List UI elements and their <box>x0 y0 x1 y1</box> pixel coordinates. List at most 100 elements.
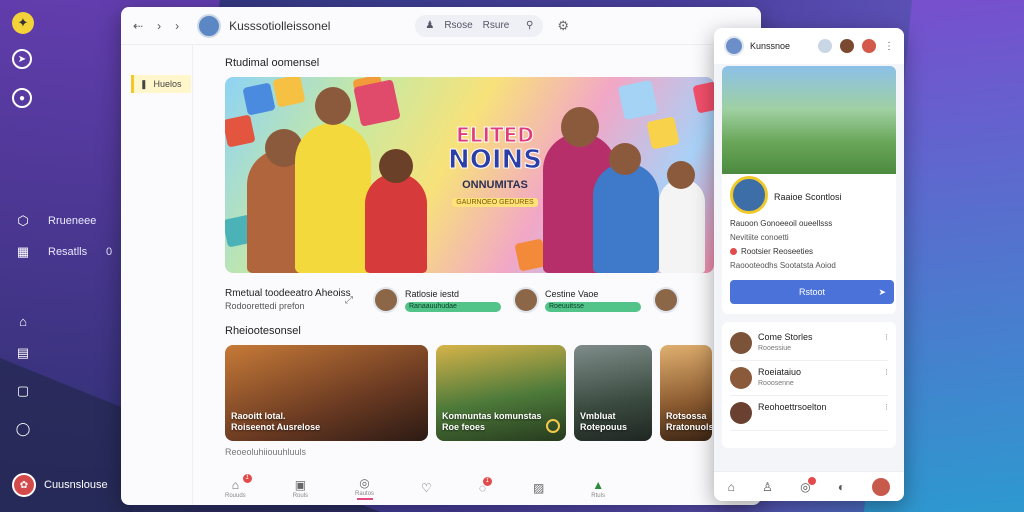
rail-item-label[interactable]: Rrueneee <box>48 215 96 227</box>
mobile-panel: Kunssnoe ⋮ Raaioe Scontlosi Rauoon Gonoe… <box>714 28 904 501</box>
nav-label: Rouuds <box>225 492 246 499</box>
more-icon[interactable]: ⁝ <box>885 367 888 378</box>
nav-label: Rouls <box>292 492 309 499</box>
avatar[interactable] <box>860 37 878 55</box>
story-list: Come Storles Rooessiue ⁝ Roeiataiuo Rooo… <box>722 322 896 448</box>
nav-map[interactable]: ▲ Rtuls <box>591 478 605 499</box>
profile-line: Raoooteodhs Sootatsta Aoiod <box>730 261 836 270</box>
search-icon[interactable]: ⚲ <box>526 20 533 31</box>
notification-badge: 1 <box>482 477 492 486</box>
home-icon[interactable]: ⌂ <box>728 480 735 494</box>
member-chip[interactable] <box>653 287 679 313</box>
person-head <box>379 149 413 183</box>
home-icon: ⌂ <box>231 477 239 492</box>
card-caption: Rotsossa Rratonuols <box>666 411 712 433</box>
list-item[interactable]: Come Storles Rooessiue ⁝ <box>730 326 888 361</box>
hero-line-3: ONNUMITAS <box>462 179 528 191</box>
avatar[interactable] <box>838 37 856 55</box>
chat-icon[interactable]: ● <box>12 88 32 108</box>
nav-controls: ⇠ › › <box>133 19 179 33</box>
avatar[interactable] <box>872 477 891 496</box>
story-card[interactable]: Vmbluat Rotepouus <box>574 345 652 441</box>
person <box>295 123 371 273</box>
explore-icon[interactable]: ◎ <box>800 476 816 494</box>
compass-icon[interactable]: ➤ <box>12 49 32 69</box>
more-icon[interactable]: ⁝ <box>885 402 888 413</box>
list-item[interactable]: Roeiataiuo Rooosenne ⁝ <box>730 361 888 396</box>
person-head <box>667 161 695 189</box>
nav-gallery[interactable]: ▨ <box>533 481 544 495</box>
list-subtitle: Rooessiue <box>758 345 792 352</box>
sidebar: ❚ Huelos <box>121 45 193 505</box>
avatar: ✿ <box>12 473 36 497</box>
clock-icon[interactable]: ◯ <box>12 418 34 440</box>
chevron-left-icon[interactable]: › <box>157 19 161 33</box>
rail-item-label[interactable]: Resatlls <box>48 246 87 258</box>
compass-icon[interactable]: ◐ <box>838 480 845 494</box>
card-caption-line: Roiseenot Ausrelose <box>231 422 321 432</box>
chevron-right-icon[interactable]: › <box>175 19 179 33</box>
nav-home[interactable]: ⌂ Rouuds 1 <box>225 473 252 499</box>
home-icon[interactable]: ⌂ <box>12 310 34 332</box>
community-photo[interactable] <box>722 66 896 174</box>
notification-badge: 1 <box>242 473 252 483</box>
more-icon[interactable]: ⋮ <box>884 41 894 52</box>
more-icon[interactable]: ⁝ <box>885 332 888 343</box>
primary-button[interactable]: Rstoot ➤ <box>730 280 894 304</box>
nav-favorites[interactable]: ♡ <box>421 481 432 495</box>
list-subtitle: Rooosenne <box>758 380 794 387</box>
story-card[interactable]: Rotsossa Rratonuols <box>660 345 712 441</box>
button-label: Rstoot <box>798 287 825 297</box>
avatar[interactable] <box>724 36 744 56</box>
grid-icon[interactable]: ▦ <box>12 241 34 263</box>
bookmark-icon: ❚ <box>140 78 148 89</box>
profile-card: Raaioe Scontlosi Rauoon Gonoeeoil oueell… <box>722 66 896 314</box>
play-icon[interactable] <box>546 419 560 433</box>
section-more[interactable]: Reoeoluhiiouuhluuls <box>225 447 715 457</box>
list-item[interactable]: Reohoettrsoelton ⁝ <box>730 396 888 431</box>
back-icon[interactable]: ⇠ <box>133 19 143 33</box>
decor-tile <box>692 80 714 114</box>
avatar[interactable] <box>730 176 768 214</box>
person <box>593 163 659 273</box>
document-icon[interactable]: ▤ <box>12 342 34 364</box>
share-icon[interactable]: ⤢ <box>345 295 359 306</box>
avatar[interactable] <box>816 37 834 55</box>
avatar[interactable] <box>197 13 222 38</box>
rail-user[interactable]: ✿ Cuusnslouse <box>12 473 108 497</box>
card-caption-line: Rotepouus <box>580 422 627 432</box>
profile-info: Raaioe Scontlosi Rauoon Gonoeeoil oueell… <box>722 174 896 314</box>
user-name: Kunssnoe <box>750 41 791 51</box>
sidebar-item-home[interactable]: ❚ Huelos <box>131 75 191 93</box>
hexagon-icon[interactable]: ⬡ <box>12 210 34 232</box>
list-title: Reohoettrsoelton <box>758 402 827 412</box>
logo-icon[interactable]: ✦ <box>12 12 34 34</box>
avatar <box>373 287 399 313</box>
event-info[interactable]: Rmetual toodeeatro Aheoiss Rodoorettedi … <box>225 288 365 312</box>
search-bar[interactable]: ♟ Rsose Rsure ⚲ <box>415 14 544 37</box>
settings-icon[interactable]: ⚙ <box>557 18 569 34</box>
profile-line: Rauoon Gonoeeoil oueellsss <box>730 219 833 228</box>
member-tag: Ranaauuhudae <box>405 301 501 312</box>
nav-messages[interactable]: ◌ 1 <box>479 477 492 495</box>
event-subtitle: Rodoorettedi prefon <box>225 301 305 311</box>
story-card[interactable]: Raooitt lotal. Roiseenot Ausrelose <box>225 345 428 441</box>
member-chip[interactable]: Ratlosie iestd Ranaauuhudae <box>373 287 501 313</box>
member-chip[interactable]: Cestine Vaoe Roeuuitsse <box>513 287 641 313</box>
story-card[interactable]: Komnuntas komunstas Roe feoes <box>436 345 566 441</box>
card-caption-line: Komnuntas komunstas <box>442 411 542 421</box>
member-name: Ratlosie iestd <box>405 288 460 299</box>
active-underline <box>356 498 373 500</box>
sidebar-item-label: Huelos <box>153 79 182 89</box>
user-icon[interactable]: ♙ <box>762 480 773 494</box>
clipboard-icon[interactable]: ▢ <box>12 380 34 402</box>
person-head <box>315 87 351 125</box>
nav-photos[interactable]: ▣ Rouls <box>293 478 308 499</box>
notification-badge <box>807 476 816 485</box>
location-row: Rootsier Reoseeties <box>730 247 888 256</box>
nav-label: Rautos <box>355 491 375 497</box>
gallery-icon: ▨ <box>532 481 545 495</box>
nav-explore[interactable]: ◎ Rautos <box>355 476 374 500</box>
hero-banner[interactable]: ELITED NOINS ONNUMITAS GAURNOEO GEDURES <box>225 77 714 273</box>
user-icon: ♟ <box>425 20 435 31</box>
